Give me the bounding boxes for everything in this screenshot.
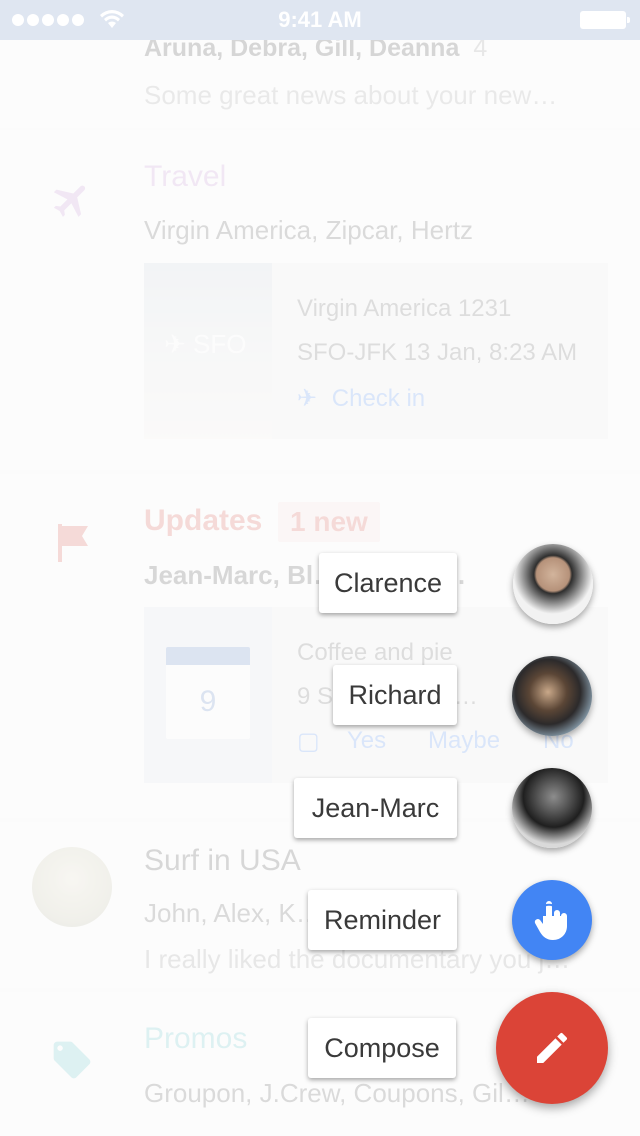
status-time: 9:41 AM <box>278 7 362 32</box>
compose-label[interactable]: Compose <box>308 1018 456 1078</box>
speed-dial: Clarence Richard Jean-Marc Reminder Comp… <box>0 0 640 1136</box>
battery-icon <box>580 11 630 29</box>
clarence-label[interactable]: Clarence <box>319 553 457 613</box>
richard-label[interactable]: Richard <box>333 665 457 725</box>
reminder-finger-icon <box>534 901 567 940</box>
clarence-avatar[interactable] <box>513 544 593 624</box>
reminder-button[interactable] <box>512 880 592 960</box>
jean-marc-avatar[interactable] <box>512 768 592 848</box>
reminder-label[interactable]: Reminder <box>308 890 457 950</box>
status-bar: 9:41 AM <box>0 0 640 40</box>
compose-button[interactable] <box>496 992 608 1104</box>
jean-marc-label[interactable]: Jean-Marc <box>294 778 457 838</box>
richard-avatar[interactable] <box>512 656 592 736</box>
pencil-icon <box>537 1032 568 1063</box>
